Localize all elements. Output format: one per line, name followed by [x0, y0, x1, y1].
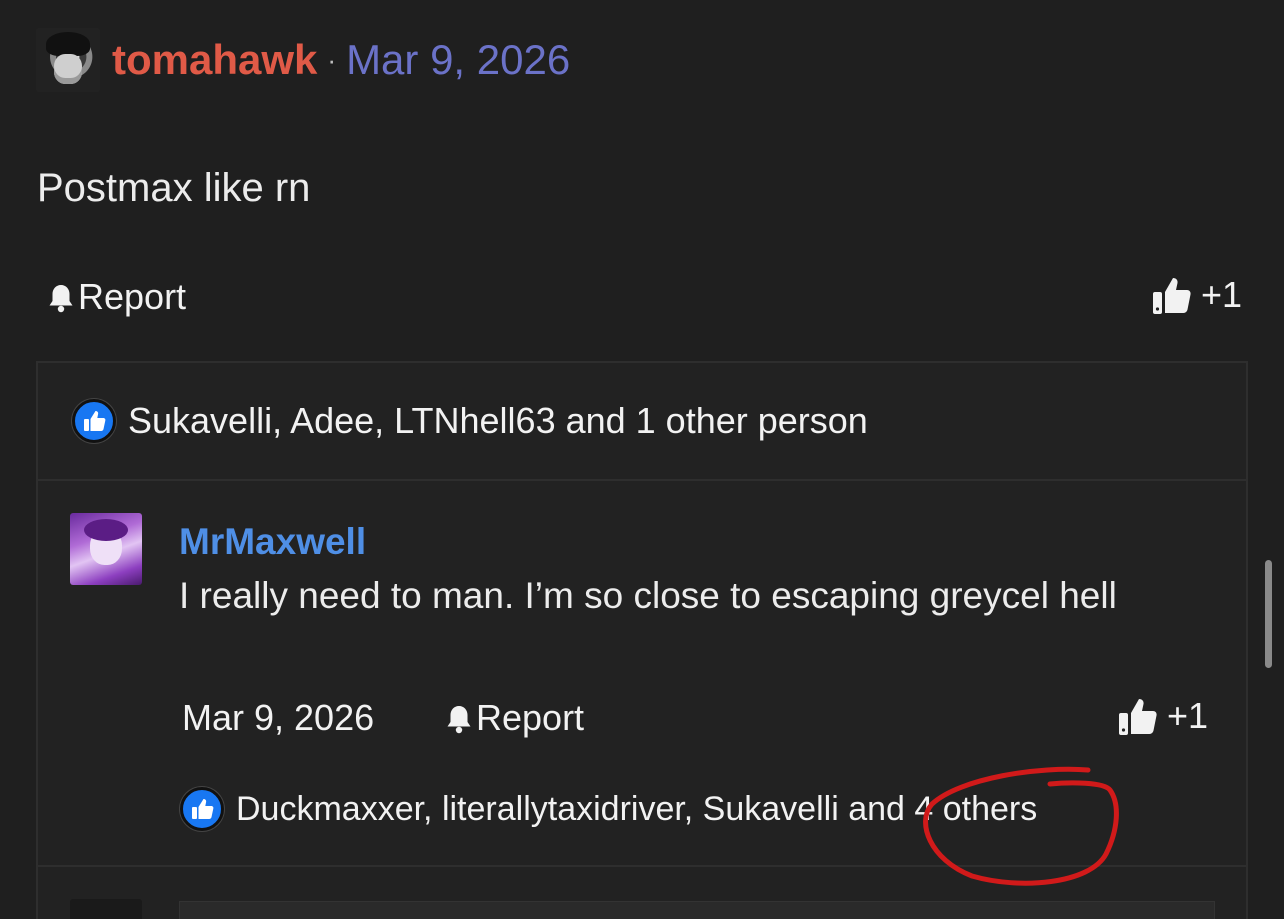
report-button[interactable]: Report	[46, 276, 186, 318]
report-button[interactable]: Report	[444, 697, 584, 739]
avatar[interactable]	[70, 899, 142, 919]
next-comment	[38, 869, 1246, 919]
bell-icon	[46, 281, 76, 313]
post-username[interactable]: tomahawk	[112, 36, 317, 84]
like-count: +1	[1200, 274, 1242, 315]
thumbs-up-icon	[1151, 274, 1193, 316]
avatar[interactable]	[70, 513, 142, 585]
comment-likes-summary[interactable]: Duckmaxxer, literallytaxidriver, Sukavel…	[180, 787, 1037, 831]
report-label: Report	[476, 697, 585, 738]
avatar[interactable]	[36, 28, 100, 92]
post-body: Postmax like rn	[37, 166, 311, 210]
like-button[interactable]: +1	[1117, 695, 1208, 737]
reply-section: Sukavelli, Adee, LTNhell63 and 1 other p…	[36, 361, 1248, 919]
bell-icon	[444, 702, 474, 734]
like-badge-icon	[72, 399, 116, 443]
post-likes-summary[interactable]: Sukavelli, Adee, LTNhell63 and 1 other p…	[38, 363, 1246, 481]
comment-body: I really need to man. I’m so close to es…	[179, 575, 1117, 616]
thumbs-up-icon	[1117, 695, 1159, 737]
comment-date[interactable]: Mar 9, 2026	[182, 697, 374, 739]
comment: MrMaxwell I really need to man. I’m so c…	[38, 483, 1246, 867]
post-date[interactable]: Mar 9, 2026	[346, 36, 570, 84]
comment-username[interactable]: MrMaxwell	[179, 521, 366, 563]
likes-summary-text: Sukavelli, Adee, LTNhell63 and 1 other p…	[128, 400, 868, 441]
scrollbar[interactable]	[1265, 560, 1272, 668]
likes-summary-text: Duckmaxxer, literallytaxidriver, Sukavel…	[236, 789, 1038, 828]
report-label: Report	[78, 276, 187, 317]
like-count: +1	[1166, 695, 1208, 736]
like-badge-icon	[180, 787, 224, 831]
post-header: tomahawk · Mar 9, 2026	[36, 28, 570, 92]
comment-content-box	[179, 901, 1215, 919]
separator-dot: ·	[327, 44, 337, 75]
like-button[interactable]: +1	[1151, 274, 1242, 316]
